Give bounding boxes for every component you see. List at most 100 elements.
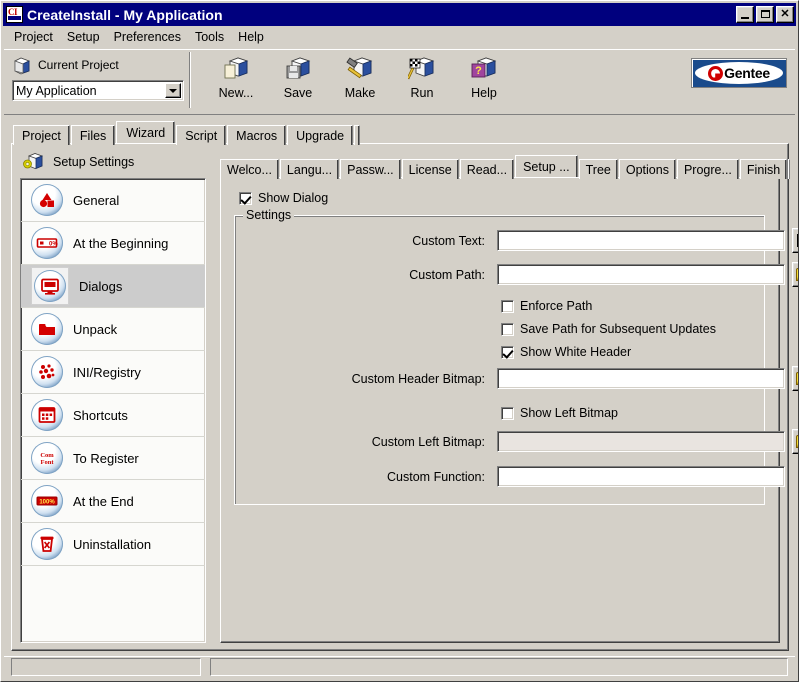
show-left-bitmap-checkbox-row[interactable]: Show Left Bitmap	[501, 406, 618, 420]
show-white-header-label: Show White Header	[520, 345, 631, 359]
tab-readme[interactable]: Read...	[460, 159, 514, 179]
enforce-path-label: Enforce Path	[520, 299, 592, 313]
show-dialog-checkbox-row[interactable]: Show Dialog	[239, 191, 328, 205]
show-white-header-checkbox[interactable]	[501, 346, 514, 359]
menu-item-preferences[interactable]: Preferences	[107, 28, 188, 46]
tab-wizard[interactable]: Wizard	[116, 121, 175, 143]
custom-text-insert-button[interactable]: A|	[792, 228, 799, 253]
minimize-button[interactable]	[736, 6, 754, 23]
tab-tree[interactable]: Tree	[579, 159, 618, 179]
custom-header-bitmap-input[interactable]	[497, 368, 785, 389]
registry-dots-icon	[31, 356, 63, 388]
save-path-checkbox-row[interactable]: Save Path for Subsequent Updates	[501, 322, 716, 336]
sidebar-item-ini-registry[interactable]: INI/Registry	[21, 351, 205, 394]
make-button[interactable]: Make	[329, 53, 391, 109]
menu-item-help[interactable]: Help	[231, 28, 271, 46]
custom-path-input[interactable]	[497, 264, 785, 285]
tab-options[interactable]: Options	[619, 159, 676, 179]
shapes-icon	[31, 184, 63, 216]
tab-files[interactable]: Files	[71, 125, 115, 145]
menu-item-tools[interactable]: Tools	[188, 28, 231, 46]
sidebar-item-at-the-end[interactable]: 100% At the End	[21, 480, 205, 523]
box-gear-icon	[22, 150, 46, 174]
sidebar-item-label: To Register	[73, 451, 139, 466]
new-document-icon	[222, 55, 250, 83]
custom-path-label: Custom Path:	[305, 268, 485, 282]
current-project-value: My Application	[16, 84, 97, 98]
custom-left-bitmap-browse-button[interactable]	[792, 429, 799, 454]
sidebar-item-label: Dialogs	[79, 279, 122, 294]
tab-language[interactable]: Langu...	[280, 159, 339, 179]
show-white-header-checkbox-row[interactable]: Show White Header	[501, 345, 631, 359]
save-path-label: Save Path for Subsequent Updates	[520, 322, 716, 336]
tab-macros[interactable]: Macros	[227, 125, 286, 145]
custom-text-input[interactable]	[497, 230, 785, 251]
sidebar-item-label: At the End	[73, 494, 134, 509]
new-button[interactable]: New...	[205, 53, 267, 109]
menu-item-project[interactable]: Project	[7, 28, 60, 46]
save-button[interactable]: Save	[267, 53, 329, 109]
save-path-checkbox[interactable]	[501, 323, 514, 336]
window-title: CreateInstall - My Application	[27, 7, 736, 23]
sidebar-item-to-register[interactable]: Com Font To Register	[21, 437, 205, 480]
sidebar-item-shortcuts[interactable]: Shortcuts	[21, 394, 205, 437]
enforce-path-checkbox-row[interactable]: Enforce Path	[501, 299, 592, 313]
save-floppy-icon	[284, 55, 312, 83]
custom-header-bitmap-browse-button[interactable]	[792, 366, 799, 391]
tab-finish[interactable]: Finish	[740, 159, 787, 179]
sidebar-item-at-the-beginning[interactable]: 0% At the Beginning	[21, 222, 205, 265]
enforce-path-checkbox[interactable]	[501, 300, 514, 313]
tab-setup[interactable]: Setup ...	[515, 155, 578, 177]
sidebar-item-general[interactable]: General	[21, 179, 205, 222]
status-bar	[4, 656, 795, 678]
custom-header-bitmap-label: Custom Header Bitmap:	[255, 372, 485, 386]
custom-function-input[interactable]	[497, 466, 785, 487]
custom-function-label: Custom Function:	[255, 470, 485, 484]
sidebar-list: General 0% At the Beginning	[20, 178, 206, 643]
sidebar-item-label: Shortcuts	[73, 408, 128, 423]
tab-welcome[interactable]: Welco...	[220, 159, 279, 179]
package-box-icon	[12, 55, 32, 75]
inner-tab-strip: Welco... Langu... Passw... License Read.…	[220, 156, 780, 178]
tab-project[interactable]: Project	[13, 125, 70, 145]
tab-upgrade[interactable]: Upgrade	[287, 125, 353, 145]
app-icon: CI	[6, 6, 23, 23]
sidebar-item-uninstallation[interactable]: Uninstallation	[21, 523, 205, 566]
close-button[interactable]: ✕	[776, 6, 794, 23]
help-button[interactable]: ? Help	[453, 53, 515, 109]
tab-script[interactable]: Script	[176, 125, 226, 145]
custom-path-browse-button[interactable]	[792, 262, 799, 287]
title-bar: CI CreateInstall - My Application ✕	[3, 3, 796, 26]
sidebar-item-label: Unpack	[73, 322, 117, 337]
grid-icon	[31, 399, 63, 431]
tab-strip-filler	[354, 125, 360, 145]
menu-item-setup[interactable]: Setup	[60, 28, 107, 46]
monitor-icon	[34, 270, 66, 302]
main-panel: Setup Settings General	[11, 143, 789, 651]
tab-progress[interactable]: Progre...	[677, 159, 739, 179]
svg-text:100%: 100%	[39, 499, 55, 505]
custom-left-bitmap-input[interactable]	[497, 431, 785, 452]
status-panel-left	[11, 658, 201, 676]
sidebar-item-dialogs[interactable]: Dialogs	[21, 265, 205, 308]
gentee-mark-icon	[708, 66, 723, 81]
tab-password[interactable]: Passw...	[340, 159, 401, 179]
inner-tab-filler	[788, 159, 790, 179]
sidebar-header: Setup Settings	[16, 148, 208, 176]
sidebar-item-label: INI/Registry	[73, 365, 141, 380]
current-project-dropdown[interactable]: My Application	[12, 80, 184, 101]
application-window: CI CreateInstall - My Application ✕ Proj…	[0, 0, 799, 682]
sidebar-item-unpack[interactable]: Unpack	[21, 308, 205, 351]
tab-license[interactable]: License	[402, 159, 459, 179]
show-left-bitmap-checkbox[interactable]	[501, 407, 514, 420]
current-project-section: Current Project My Application	[4, 50, 189, 101]
maximize-button[interactable]	[756, 6, 774, 23]
window-controls: ✕	[736, 6, 794, 23]
sidebar: Setup Settings General	[16, 148, 208, 645]
show-dialog-checkbox[interactable]	[239, 192, 252, 205]
chevron-down-icon[interactable]	[165, 83, 181, 98]
run-button[interactable]: Run	[391, 53, 453, 109]
content-area: Welco... Langu... Passw... License Read.…	[212, 148, 784, 645]
svg-text:Font: Font	[41, 459, 55, 466]
sidebar-item-label: At the Beginning	[73, 236, 168, 251]
